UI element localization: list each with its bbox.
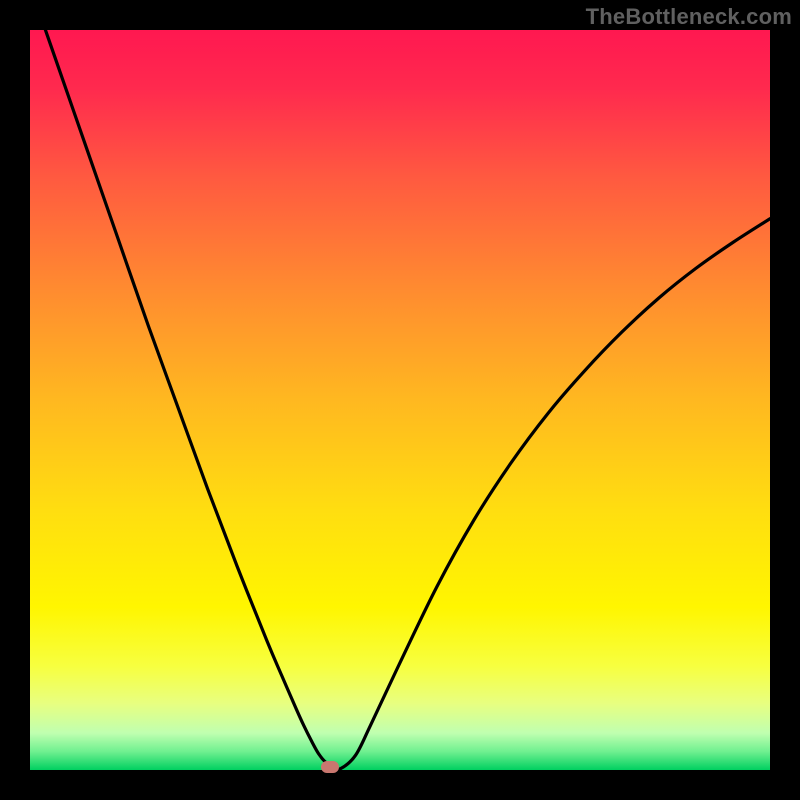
minimum-marker bbox=[321, 761, 339, 773]
chart-frame: TheBottleneck.com bbox=[0, 0, 800, 800]
gradient-plot-area bbox=[30, 30, 770, 770]
watermark-text: TheBottleneck.com bbox=[586, 4, 792, 30]
